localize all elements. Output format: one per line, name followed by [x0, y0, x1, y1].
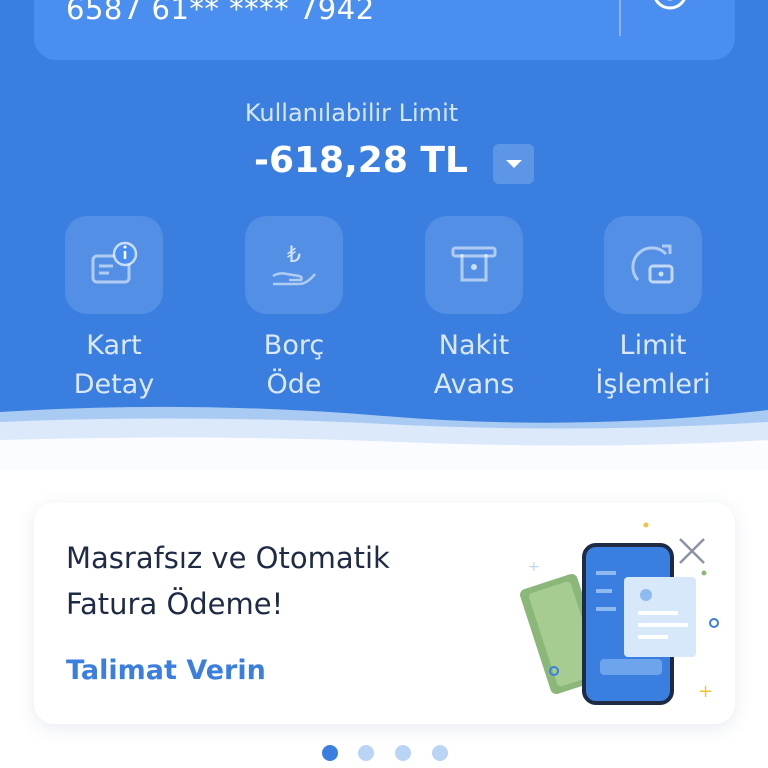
pagination-dot-3[interactable]	[395, 745, 411, 761]
atm-cash-icon	[451, 246, 497, 282]
card-divider	[619, 0, 621, 36]
promo-banner[interactable]: Masrafsız ve Otomatik Fatura Ödeme! Tali…	[34, 503, 735, 724]
action-tile: ₺	[245, 216, 343, 314]
action-label-line2: İşlemleri	[595, 369, 711, 400]
quick-actions: Kart Detay ₺ Borç Öde Nakit Avans Limit …	[0, 216, 768, 416]
talimat-link[interactable]: Talimat Verin	[66, 655, 266, 686]
pagination-dot-1[interactable]	[322, 745, 338, 761]
card-info-icon	[91, 241, 138, 284]
action-label-line1: Borç	[263, 330, 325, 361]
action-kart-detay[interactable]: Kart Detay	[24, 216, 204, 404]
svg-text:+: +	[698, 681, 713, 702]
action-label-line2: Detay	[73, 369, 155, 400]
banner-title: Masrafsız ve Otomatik Fatura Ödeme!	[66, 541, 390, 621]
limit-dropdown-button[interactable]	[493, 144, 534, 184]
action-tile	[425, 216, 523, 314]
action-label-line2: Öde	[266, 369, 322, 400]
action-label-line1: Limit	[619, 330, 687, 361]
close-icon[interactable]	[674, 533, 710, 569]
available-limit-label: Kullanılabilir Limit	[244, 99, 459, 127]
action-nakit-avans[interactable]: Nakit Avans	[384, 216, 564, 404]
chevron-down-icon	[506, 160, 522, 168]
action-tile	[65, 216, 163, 314]
action-label-line1: Nakit	[438, 330, 510, 361]
pagination-dot-2[interactable]	[358, 745, 374, 761]
card-settings-icon[interactable]	[650, 0, 690, 14]
svg-text:₺: ₺	[287, 243, 301, 268]
pagination-dots	[0, 744, 768, 764]
limit-refresh-icon	[631, 244, 674, 284]
action-limit-islemleri[interactable]: Limit İşlemleri	[563, 216, 743, 404]
card-header-area: 6587 61** **** 7942 Kullanılabilir Limit…	[0, 0, 768, 470]
header-wave	[0, 406, 768, 470]
available-limit-value: -618,28 TL	[254, 140, 468, 181]
pagination-dot-4[interactable]	[432, 745, 448, 761]
action-label-line1: Kart	[86, 330, 142, 361]
action-borc-ode[interactable]: ₺ Borç Öde	[204, 216, 384, 404]
lira-hand-icon: ₺	[272, 243, 316, 286]
action-label-line2: Avans	[433, 369, 515, 400]
card-number: 6587 61** **** 7942	[66, 0, 375, 26]
svg-text:+: +	[528, 559, 540, 575]
action-tile	[604, 216, 702, 314]
